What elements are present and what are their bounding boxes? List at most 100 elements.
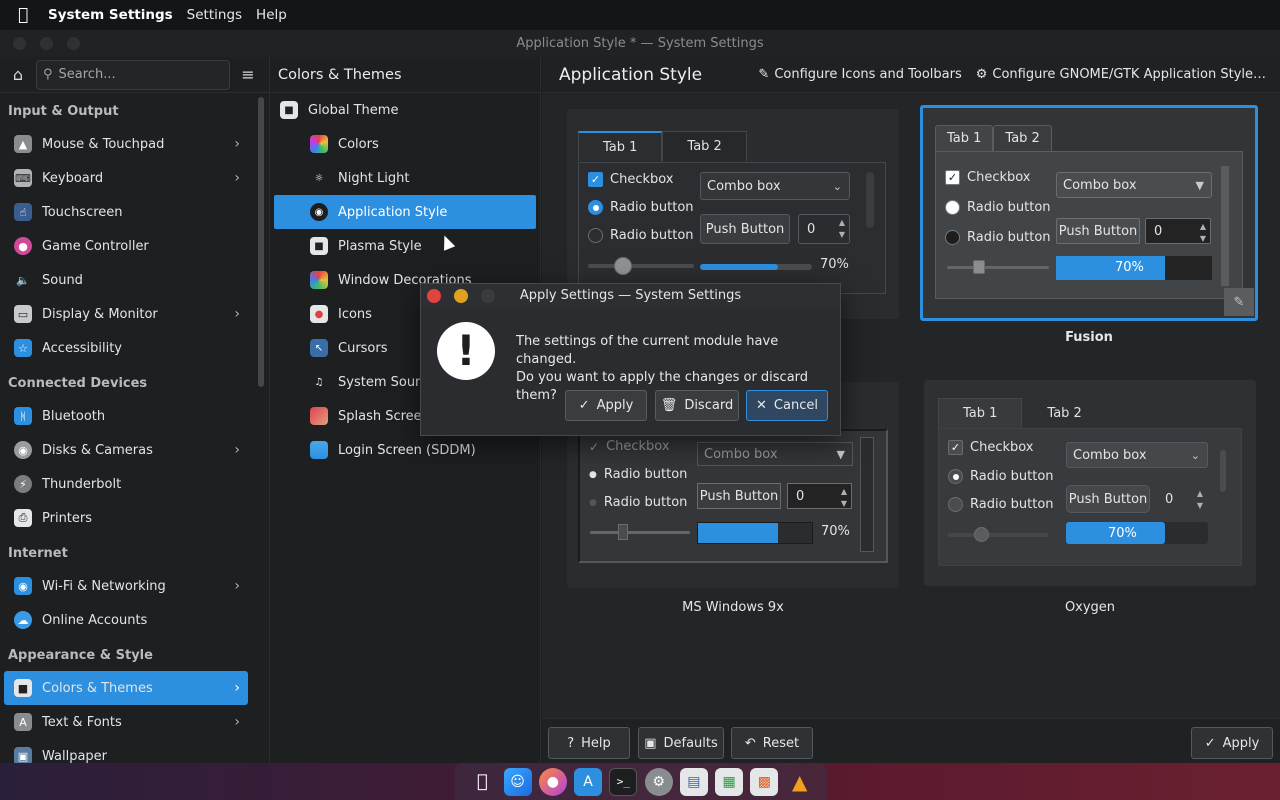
style-preview-oxygen[interactable]: Tab 1 Tab 2 ✓ Checkbox Radio button Radio… (924, 380, 1256, 586)
list-item-colors[interactable]: Colors (274, 127, 536, 161)
minimize-dialog-icon[interactable] (454, 289, 468, 303)
app-store-icon[interactable]: A (574, 767, 603, 796)
system-settings-icon[interactable]: ⚙ (644, 767, 673, 796)
menu-settings[interactable]: Settings (187, 7, 242, 23)
chevron-right-icon: › (234, 136, 240, 152)
radio-empty-icon: ● (589, 497, 597, 508)
apply-settings-dialog: Apply Settings — System Settings ! The s… (420, 283, 841, 436)
help-button[interactable]: ? Help (548, 727, 630, 759)
sidebar-item-keyboard[interactable]: ⌨ Keyboard › (4, 161, 248, 195)
sidebar-scrollbar[interactable] (258, 97, 264, 387)
reset-button[interactable]: ↶ Reset (731, 727, 813, 759)
impress-icon[interactable]: ▩ (750, 767, 779, 796)
configure-gtk-style-button[interactable]: ⚙ Configure GNOME/GTK Application Style… (976, 67, 1266, 82)
finder-icon[interactable]: ☺ (503, 767, 532, 796)
sidebar-item-touchscreen[interactable]: ☝ Touchscreen (4, 195, 248, 229)
search-box[interactable]: ⚲ (36, 59, 230, 90)
sidebar-item-sound[interactable]: 🔈 Sound (4, 263, 248, 297)
sidebar-item-mouse-touchpad[interactable]: ▲ Mouse & Touchpad › (4, 127, 248, 161)
button-label: Discard (684, 398, 734, 413)
apple-dock-icon[interactable]:  (468, 768, 496, 796)
mouse-icon: ▲ (14, 135, 32, 153)
preview-progress-label: 70% (820, 257, 849, 272)
preview-checkbox: ✓ Checkbox (945, 170, 1031, 185)
maximize-dialog-icon[interactable] (481, 289, 495, 303)
preview-checkbox: ✓ Checkbox (589, 439, 670, 454)
preview-checkbox-label: Checkbox (610, 172, 674, 187)
edit-pencil-icon[interactable]: ✎ (1224, 288, 1254, 316)
minimize-window-icon[interactable] (40, 37, 53, 50)
music-note-icon: ♫ (314, 376, 324, 388)
search-input[interactable] (58, 67, 219, 82)
preview-tab-2: Tab 2 (662, 131, 747, 161)
preview-radio-on: Radio button (948, 469, 1054, 484)
home-icon[interactable]: ⌂ (6, 63, 30, 87)
writer-icon[interactable]: ▤ (679, 767, 708, 796)
chevron-right-icon: › (234, 578, 240, 594)
preview-combo-label: Combo box (704, 446, 778, 462)
chevron-right-icon: › (234, 442, 240, 458)
list-item-global-theme[interactable]: ■ Global Theme (274, 93, 536, 127)
sidebar-item-thunderbolt[interactable]: ⚡ Thunderbolt (4, 467, 248, 501)
style-preview-fusion[interactable]: Tab 1 Tab 2 ✓ Checkbox Radio button Radio… (920, 105, 1258, 321)
dialog-discard-button[interactable]: 🗑 Discard (655, 390, 739, 421)
list-item-label: Plasma Style (338, 238, 422, 254)
sidebar-item-label: Display & Monitor (42, 306, 158, 322)
sidebar-item-label: Wallpaper (42, 748, 108, 764)
sidebar-item-bluetooth[interactable]: ᚻ Bluetooth (4, 399, 248, 433)
sidebar-item-wallpaper[interactable]: ▣ Wallpaper (4, 739, 248, 763)
sidebar-item-display-monitor[interactable]: ▭ Display & Monitor › (4, 297, 248, 331)
preview-combo-label: Combo box (1063, 177, 1137, 193)
radio-empty-icon (948, 497, 963, 512)
list-item-plasma-style[interactable]: ■ Plasma Style (274, 229, 536, 263)
chevron-right-icon: › (234, 306, 240, 322)
sidebar-item-text-fonts[interactable]: A Text & Fonts › (4, 705, 248, 739)
list-item-login-screen[interactable]: Login Screen (SDDM) (274, 433, 536, 467)
hamburger-menu-icon[interactable]: ≡ (236, 63, 260, 87)
preview-checkbox: ✓ Checkbox (948, 440, 1034, 455)
preview-combo-label: Combo box (707, 178, 781, 194)
configure-icons-toolbars-button[interactable]: ✎ Configure Icons and Toolbars (758, 67, 961, 82)
firefox-icon[interactable]: ● (538, 767, 567, 796)
list-item-label: Icons (338, 306, 372, 322)
menu-bar:  System Settings Settings Help (0, 0, 1280, 30)
close-window-icon[interactable] (13, 37, 26, 50)
preview-checkbox-label: Checkbox (970, 440, 1034, 455)
checkmark-icon: ✓ (1204, 735, 1216, 751)
apply-button[interactable]: ✓ Apply (1191, 727, 1273, 759)
sidebar-item-game-controller[interactable]: ● Game Controller (4, 229, 248, 263)
sidebar-item-label: Keyboard (42, 170, 104, 186)
calc-icon[interactable]: ▦ (715, 767, 744, 796)
apple-logo-icon[interactable]:  (18, 6, 34, 24)
preview-radio-on: ● Radio button (589, 467, 687, 482)
maximize-window-icon[interactable] (67, 37, 80, 50)
defaults-button[interactable]: ▣ Defaults (638, 727, 724, 759)
preview-progress-label: 70% (1115, 260, 1144, 275)
button-label: Apply (596, 398, 634, 413)
checkmark-icon: ✓ (945, 170, 960, 185)
dialog-cancel-button[interactable]: ✕ Cancel (746, 390, 828, 421)
vlc-icon[interactable]: ▲ (786, 768, 814, 796)
list-item-night-light[interactable]: ☼ Night Light (274, 161, 536, 195)
terminal-icon[interactable]: >_ (609, 767, 638, 796)
checkmark-icon: ✓ (588, 172, 603, 187)
button-label: Apply (1222, 735, 1260, 751)
close-dialog-icon[interactable] (427, 289, 441, 303)
sidebar-item-wifi-networking[interactable]: ◉ Wi-Fi & Networking › (4, 569, 248, 603)
icons-icon: ● (310, 305, 328, 323)
sidebar-item-printers[interactable]: ⎙ Printers (4, 501, 248, 535)
sidebar-item-colors-themes[interactable]: ■ Colors & Themes › (4, 671, 248, 705)
spin-arrows-icon: ▲ ▼ (840, 487, 847, 508)
chevron-down-icon: ⌄ (832, 179, 842, 193)
list-item-application-style[interactable]: ◉ Application Style (274, 195, 536, 229)
dialog-apply-button[interactable]: ✓ Apply (565, 390, 647, 421)
cursor-icon: ↖ (310, 339, 328, 357)
sidebar-item-label: Touchscreen (42, 204, 123, 220)
sidebar-item-disks-cameras[interactable]: ◉ Disks & Cameras › (4, 433, 248, 467)
sidebar-item-online-accounts[interactable]: ☁ Online Accounts (4, 603, 248, 637)
preview-combo: Combo box ▼ (697, 442, 853, 466)
menu-help[interactable]: Help (256, 7, 287, 23)
slider-knob (974, 527, 989, 542)
sidebar-item-accessibility[interactable]: ☆ Accessibility (4, 331, 248, 365)
menu-app-name[interactable]: System Settings (48, 7, 173, 23)
